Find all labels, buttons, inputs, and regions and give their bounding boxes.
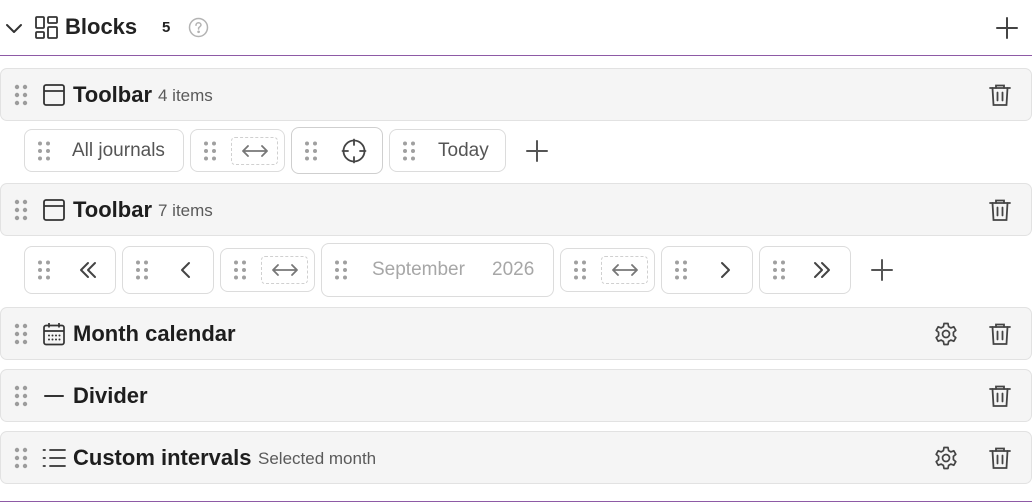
drag-handle-icon[interactable] (334, 259, 348, 281)
drag-handle-icon[interactable] (674, 259, 688, 281)
toolbar-item-next-year[interactable] (759, 246, 851, 294)
block-title: Toolbar (73, 82, 153, 107)
drag-handle-icon[interactable] (37, 140, 51, 162)
block-item-count: 7 items (158, 201, 213, 220)
gear-icon[interactable] (933, 321, 959, 347)
drag-handle-icon[interactable] (14, 384, 28, 408)
toolbar-item-previous-month[interactable] (122, 246, 214, 294)
blocks-section-header: Blocks 5 (0, 0, 1032, 56)
toolbar-icon (42, 83, 66, 107)
toolbar-icon (42, 198, 66, 222)
toolbar-item-label: Today (438, 139, 489, 161)
trash-icon[interactable] (987, 445, 1013, 471)
calendar-icon (42, 322, 66, 346)
block-count-badge: 5 (162, 19, 171, 36)
drag-handle-icon[interactable] (14, 83, 28, 107)
toolbar-item-next-month[interactable] (661, 246, 753, 294)
minus-icon (42, 384, 66, 408)
toolbar-item-label: All journals (72, 139, 165, 161)
double-chevron-left-icon (77, 259, 99, 281)
toolbar-item-spacer[interactable] (220, 248, 315, 292)
drag-handle-icon[interactable] (304, 140, 318, 162)
month-label: September (372, 259, 465, 280)
block-row-month-calendar[interactable]: Month calendar (0, 307, 1032, 360)
block-row-toolbar[interactable]: Toolbar 4 items (0, 68, 1032, 121)
blocks-grid-icon (34, 15, 60, 41)
drag-handle-icon[interactable] (14, 322, 28, 346)
drag-handle-icon[interactable] (14, 446, 28, 470)
drag-handle-icon[interactable] (203, 140, 217, 162)
block-row-toolbar[interactable]: Toolbar 7 items (0, 183, 1032, 236)
toolbar-item-all-journals[interactable]: All journals (24, 129, 184, 172)
block-title: Custom intervals (73, 445, 252, 470)
crosshair-icon (341, 138, 367, 164)
block-title: Toolbar (73, 197, 153, 222)
block-title: Month calendar (73, 321, 236, 346)
section-divider (0, 501, 1032, 502)
trash-icon[interactable] (987, 197, 1013, 223)
double-chevron-right-icon (811, 259, 833, 281)
year-label: 2026 (492, 259, 535, 280)
section-title: Blocks (65, 14, 138, 39)
gear-icon[interactable] (933, 445, 959, 471)
block-subtitle: Selected month (258, 449, 377, 468)
toolbar-item-previous-year[interactable] (24, 246, 116, 294)
toolbar-item-locate[interactable] (291, 127, 383, 174)
drag-handle-icon[interactable] (772, 259, 786, 281)
drag-handle-icon[interactable] (573, 259, 587, 281)
block-title: Divider (73, 383, 148, 408)
add-toolbar-item-button[interactable] (524, 138, 550, 164)
list-icon (42, 446, 66, 470)
drag-handle-icon[interactable] (14, 198, 28, 222)
block-row-custom-intervals[interactable]: Custom intervals Selected month (0, 431, 1032, 484)
chevron-down-icon[interactable] (4, 18, 24, 38)
horizontal-expand-icon (231, 136, 278, 165)
toolbar-item-month-year[interactable]: September 2026 (321, 243, 554, 297)
block-row-divider[interactable]: Divider (0, 369, 1032, 422)
drag-handle-icon[interactable] (37, 259, 51, 281)
chevron-right-icon (717, 259, 733, 281)
block-item-count: 4 items (158, 86, 213, 105)
toolbar-item-spacer[interactable] (190, 129, 285, 172)
drag-handle-icon[interactable] (233, 259, 247, 281)
add-block-button[interactable] (994, 15, 1020, 41)
drag-handle-icon[interactable] (402, 140, 416, 162)
add-toolbar-item-button[interactable] (869, 257, 895, 283)
chevron-left-icon (178, 259, 194, 281)
drag-handle-icon[interactable] (135, 259, 149, 281)
help-circle-icon[interactable] (188, 17, 209, 38)
trash-icon[interactable] (987, 383, 1013, 409)
horizontal-expand-icon (601, 256, 648, 284)
toolbar-item-today[interactable]: Today (389, 129, 506, 172)
horizontal-expand-icon (261, 256, 308, 284)
toolbar-item-spacer[interactable] (560, 248, 655, 292)
trash-icon[interactable] (987, 321, 1013, 347)
trash-icon[interactable] (987, 82, 1013, 108)
